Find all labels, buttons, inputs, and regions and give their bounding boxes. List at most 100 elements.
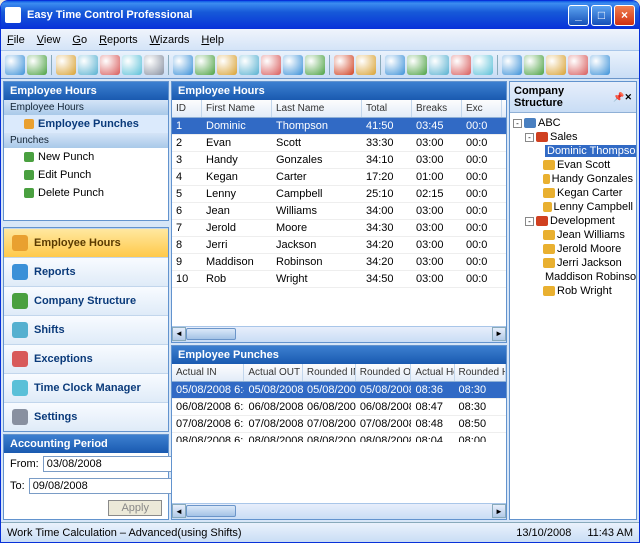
punches-row[interactable]: 07/08/2008 6:53 AM07/08/2008 3:3..07/08/…: [172, 416, 506, 433]
hours-col-5[interactable]: Exc: [462, 100, 502, 117]
toolbar-button-20[interactable]: [473, 55, 493, 75]
punches-scrollbar[interactable]: ◄►: [172, 503, 506, 519]
toolbar-button-8[interactable]: [195, 55, 215, 75]
punches-row[interactable]: 06/08/2008 6:39 AM06/08/2008 3:2..06/08/…: [172, 399, 506, 416]
tree-root[interactable]: -ABC: [513, 116, 633, 130]
punches-grid: Employee Punches Actual INActual OUTRoun…: [171, 345, 507, 520]
nav-time-clock-manager[interactable]: Time Clock Manager: [4, 373, 168, 402]
tree-node-sales[interactable]: -Sales: [513, 130, 633, 144]
task-delete-punch[interactable]: Delete Punch: [4, 184, 168, 202]
titlebar[interactable]: Easy Time Control Professional _ □ ×: [1, 1, 639, 29]
structure-tree: -ABC-SalesDominic ThompsonEvan ScottHand…: [510, 113, 636, 519]
toolbar-button-10[interactable]: [239, 55, 259, 75]
toolbar-button-4[interactable]: [100, 55, 120, 75]
nav-reports[interactable]: Reports: [4, 257, 168, 286]
tree-leaf[interactable]: Dominic Thompson: [513, 144, 633, 158]
tree-leaf[interactable]: Jean Williams: [513, 228, 633, 242]
hours-row[interactable]: 5LennyCampbell25:1002:1500:0: [172, 186, 506, 203]
middle-pane: Employee Hours IDFirst NameLast NameTota…: [171, 81, 507, 520]
hours-row[interactable]: 6JeanWilliams34:0003:0000:0: [172, 203, 506, 220]
close-button[interactable]: ×: [614, 5, 635, 26]
tree-leaf[interactable]: Lenny Campbell: [513, 200, 633, 214]
punches-col-3[interactable]: Rounded OUT: [356, 364, 412, 381]
tree-leaf[interactable]: Maddison Robinson: [513, 270, 633, 284]
hours-row[interactable]: 9MaddisonRobinson34:2003:0000:0: [172, 254, 506, 271]
toolbar-button-3[interactable]: [78, 55, 98, 75]
hours-row[interactable]: 3HandyGonzales34:1003:0000:0: [172, 152, 506, 169]
punches-header: Employee Punches: [172, 346, 506, 364]
hours-col-3[interactable]: Total: [362, 100, 412, 117]
toolbar-button-1[interactable]: [27, 55, 47, 75]
menu-reports[interactable]: Reports: [99, 34, 138, 46]
maximize-button[interactable]: □: [591, 5, 612, 26]
tree-leaf[interactable]: Jerold Moore: [513, 242, 633, 256]
toolbar-button-12[interactable]: [283, 55, 303, 75]
hours-row[interactable]: 4KeganCarter17:2001:0000:0: [172, 169, 506, 186]
toolbar-button-0[interactable]: [5, 55, 25, 75]
hours-row[interactable]: 2EvanScott33:3003:0000:0: [172, 135, 506, 152]
toolbar-button-22[interactable]: [524, 55, 544, 75]
to-input[interactable]: [29, 478, 179, 494]
tree-node-development[interactable]: -Development: [513, 214, 633, 228]
toolbar-button-6[interactable]: [144, 55, 164, 75]
nav-settings[interactable]: Settings: [4, 402, 168, 431]
task-edit-punch[interactable]: Edit Punch: [4, 166, 168, 184]
toolbar-button-24[interactable]: [568, 55, 588, 75]
hours-col-2[interactable]: Last Name: [272, 100, 362, 117]
toolbar-button-5[interactable]: [122, 55, 142, 75]
hours-scrollbar[interactable]: ◄►: [172, 326, 506, 342]
punches-col-1[interactable]: Actual OUT: [244, 364, 302, 381]
tree-leaf[interactable]: Handy Gonzales: [513, 172, 633, 186]
tree-leaf[interactable]: Jerri Jackson: [513, 256, 633, 270]
hours-row[interactable]: 8JerriJackson34:2003:0000:0: [172, 237, 506, 254]
punches-row[interactable]: 08/08/2008 6:58 AM08/08/2008 3:0..08/08/…: [172, 433, 506, 443]
toolbar-button-13[interactable]: [305, 55, 325, 75]
punches-col-4[interactable]: Actual Hou: [411, 364, 454, 381]
toolbar-button-18[interactable]: [429, 55, 449, 75]
toolbar-button-15[interactable]: [356, 55, 376, 75]
tree-leaf[interactable]: Evan Scott: [513, 158, 633, 172]
tree-leaf[interactable]: Rob Wright: [513, 284, 633, 298]
toolbar-button-14[interactable]: [334, 55, 354, 75]
nav-shifts[interactable]: Shifts: [4, 315, 168, 344]
menu-help[interactable]: Help: [201, 34, 224, 46]
punches-col-5[interactable]: Rounded Hours: [455, 364, 506, 381]
punches-columns: Actual INActual OUTRounded INRounded OUT…: [172, 364, 506, 382]
tree-leaf[interactable]: Kegan Carter: [513, 186, 633, 200]
hours-row[interactable]: 10RobWright34:5003:0000:0: [172, 271, 506, 288]
structure-close-icon[interactable]: ✕: [624, 92, 632, 103]
to-label: To:: [10, 480, 25, 492]
hours-col-4[interactable]: Breaks: [412, 100, 462, 117]
toolbar-button-9[interactable]: [217, 55, 237, 75]
toolbar-button-2[interactable]: [56, 55, 76, 75]
hours-row[interactable]: 1DominicThompson41:5003:4500:0: [172, 118, 506, 135]
menu-view[interactable]: View: [37, 34, 61, 46]
task-employee-punches[interactable]: Employee Punches: [4, 115, 168, 133]
nav-employee-hours[interactable]: Employee Hours: [4, 228, 168, 257]
nav-exceptions[interactable]: Exceptions: [4, 344, 168, 373]
punches-col-2[interactable]: Rounded IN: [303, 364, 356, 381]
pin-icon[interactable]: 📌: [613, 92, 624, 103]
hours-col-1[interactable]: First Name: [202, 100, 272, 117]
toolbar-button-19[interactable]: [451, 55, 471, 75]
toolbar-button-7[interactable]: [173, 55, 193, 75]
toolbar-button-23[interactable]: [546, 55, 566, 75]
menu-wizards[interactable]: Wizards: [150, 34, 190, 46]
toolbar-button-25[interactable]: [590, 55, 610, 75]
toolbar-button-21[interactable]: [502, 55, 522, 75]
punches-col-0[interactable]: Actual IN: [172, 364, 244, 381]
hours-row[interactable]: 7JeroldMoore34:3003:0000:0: [172, 220, 506, 237]
minimize-button[interactable]: _: [568, 5, 589, 26]
menu-file[interactable]: File: [7, 34, 25, 46]
punches-row[interactable]: 05/08/2008 6:48 AM05/08/2008 3:2..05/08/…: [172, 382, 506, 399]
task-new-punch[interactable]: New Punch: [4, 148, 168, 166]
status-text: Work Time Calculation – Advanced(using S…: [7, 527, 242, 539]
nav-company-structure[interactable]: Company Structure: [4, 286, 168, 315]
accounting-header: Accounting Period: [4, 435, 168, 453]
toolbar-button-16[interactable]: [385, 55, 405, 75]
toolbar-button-17[interactable]: [407, 55, 427, 75]
toolbar-button-11[interactable]: [261, 55, 281, 75]
menu-go[interactable]: Go: [72, 34, 87, 46]
apply-button[interactable]: Apply: [108, 500, 162, 516]
hours-col-0[interactable]: ID: [172, 100, 202, 117]
